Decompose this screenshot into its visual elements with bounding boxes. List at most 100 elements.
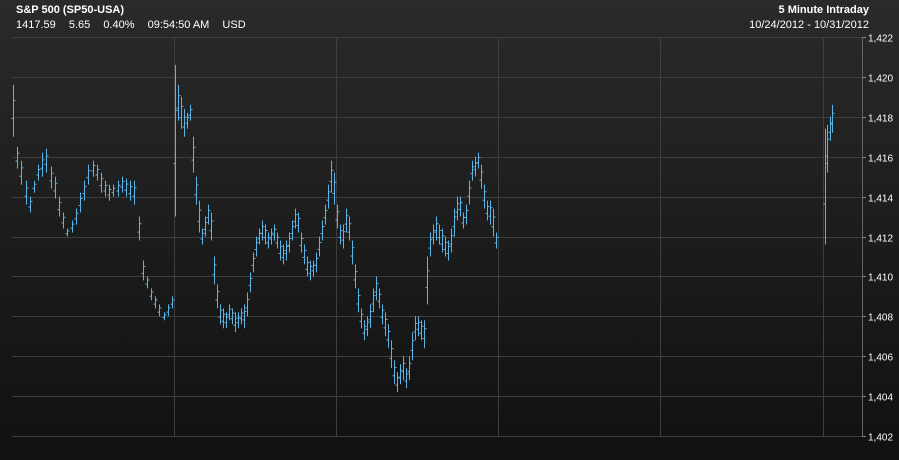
price-bar	[482, 184, 487, 209]
price-bar	[263, 224, 268, 245]
price-bar	[170, 296, 175, 309]
price-bar	[476, 152, 481, 169]
price-bar	[251, 252, 256, 273]
price-bar	[124, 178, 129, 197]
price-bar	[413, 316, 418, 341]
price-bar	[132, 180, 137, 205]
price-bar	[314, 252, 319, 273]
price-bar	[120, 176, 125, 193]
price-bar	[269, 228, 274, 245]
price-bar	[323, 204, 328, 225]
price-bar	[36, 164, 41, 181]
price-bar	[311, 260, 316, 277]
price-bar	[179, 96, 184, 129]
price-bar	[422, 320, 427, 349]
price-bar	[485, 200, 490, 221]
y-tick-label-1406: 1,406	[868, 353, 893, 364]
price-bar	[74, 208, 79, 225]
price-bar	[236, 312, 241, 329]
price-bar	[153, 296, 158, 309]
price-bar	[299, 232, 304, 253]
y-tick-label-1418: 1,418	[868, 114, 893, 125]
price-bar	[386, 324, 391, 349]
price-bar	[111, 184, 116, 197]
price-bar	[11, 84, 16, 137]
price-bar	[828, 116, 833, 141]
price-bar	[356, 288, 361, 313]
price-bar	[32, 180, 37, 193]
price-bar	[28, 196, 33, 213]
price-bar	[86, 164, 91, 185]
price-bar	[326, 184, 331, 209]
y-tick-label-1412: 1,412	[868, 234, 893, 245]
price-bar	[19, 160, 24, 185]
price-bar	[221, 308, 226, 329]
price-bar	[830, 104, 835, 133]
price-bar	[212, 256, 217, 285]
price-bar	[103, 180, 108, 197]
y-tick-label-1416: 1,416	[868, 154, 893, 165]
price-bar	[191, 136, 196, 173]
price-bar	[272, 224, 277, 241]
price-bar	[452, 208, 457, 237]
price-bar	[227, 304, 232, 321]
price-bar	[431, 224, 436, 245]
price-bar	[215, 284, 220, 309]
price-bar	[350, 240, 355, 265]
price-bar	[206, 204, 211, 225]
price-bar	[317, 236, 322, 257]
price-bar	[401, 356, 406, 381]
price-bar	[407, 356, 412, 381]
price-bar	[428, 232, 433, 257]
y-tick-label-1404: 1,404	[868, 393, 893, 404]
price-bar	[362, 320, 367, 341]
price-bar	[287, 232, 292, 253]
price-bars	[11, 64, 835, 393]
price-bar	[248, 272, 253, 293]
y-tick-label-1422: 1,422	[868, 34, 893, 45]
price-bar	[281, 244, 286, 265]
price-bar	[458, 196, 463, 217]
price-bar	[70, 220, 75, 233]
y-tick-label-1410: 1,410	[868, 273, 893, 284]
ohlc-chart: 1,402 1,404 1,406 1,408 1,410 1,412 1,414 1,416…	[11, 34, 893, 444]
price-bar	[383, 312, 388, 337]
y-axis: 1,402 1,404 1,406 1,408 1,410 1,412 1,414 1,416…	[862, 34, 893, 444]
price-bar	[65, 228, 70, 237]
price-bar	[380, 304, 385, 325]
y-tick-label-1402: 1,402	[868, 433, 893, 444]
price-bar	[302, 244, 307, 265]
price-bar	[329, 160, 334, 193]
price-bar	[419, 320, 424, 341]
price-bar	[404, 368, 409, 389]
price-bar	[57, 196, 62, 217]
price-bar	[488, 200, 493, 225]
price-bar	[197, 200, 202, 233]
price-bar	[461, 212, 466, 229]
price-bar	[24, 180, 29, 205]
price-bar	[446, 240, 451, 261]
price-bar	[449, 228, 454, 253]
price-bar	[40, 152, 45, 177]
price-bar	[141, 260, 146, 281]
price-bar	[44, 148, 49, 173]
price-bar	[341, 224, 346, 249]
price-bar	[194, 176, 199, 205]
price-bar	[470, 160, 475, 181]
price-bar	[374, 276, 379, 301]
price-bar	[266, 232, 271, 249]
price-bar	[145, 276, 150, 289]
price-bar	[245, 292, 250, 317]
y-tick-label-1414: 1,414	[868, 194, 893, 205]
price-bar	[467, 180, 472, 205]
price-bar	[91, 160, 96, 177]
price-bar	[137, 216, 142, 241]
price-bar	[149, 288, 154, 301]
price-bar	[389, 340, 394, 369]
price-bar	[61, 212, 66, 229]
price-bar	[254, 236, 259, 257]
price-bar	[425, 256, 430, 305]
price-bar	[440, 228, 445, 253]
price-bar	[99, 172, 104, 193]
price-bar	[344, 208, 349, 233]
